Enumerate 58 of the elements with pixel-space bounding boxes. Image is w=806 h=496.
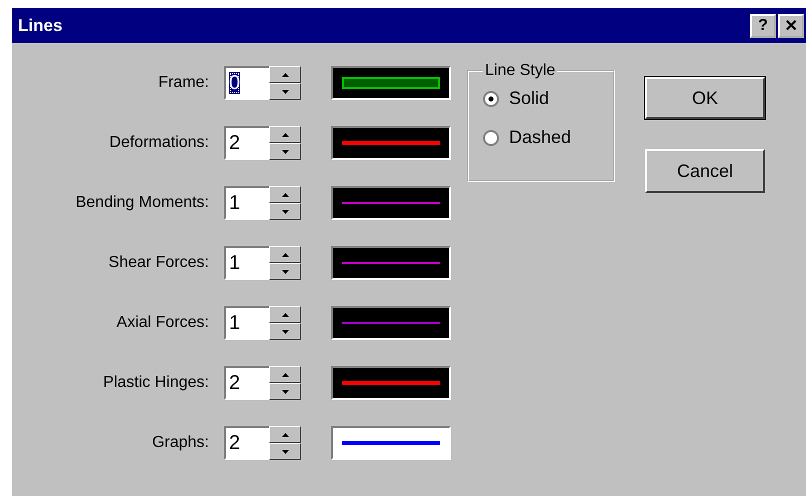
- up-arrow-icon: [282, 312, 288, 316]
- radio-button[interactable]: [483, 90, 499, 106]
- up-arrow-icon: [282, 252, 288, 256]
- up-arrow-icon: [282, 432, 288, 436]
- line-preview[interactable]: [331, 126, 451, 160]
- number-field[interactable]: 1: [224, 306, 269, 340]
- up-arrow-icon: [282, 72, 288, 76]
- line-preview[interactable]: [331, 366, 451, 400]
- window-title: Lines: [18, 16, 64, 36]
- spin-up-button[interactable]: [269, 186, 301, 203]
- number-field[interactable]: 2: [224, 426, 269, 460]
- field-label: Axial Forces:: [116, 314, 209, 332]
- down-arrow-icon: [282, 90, 288, 94]
- spin-down-button[interactable]: [269, 263, 301, 280]
- down-arrow-icon: [282, 270, 288, 274]
- close-button[interactable]: ✕: [778, 14, 804, 38]
- spin-down-button[interactable]: [269, 203, 301, 220]
- up-arrow-icon: [282, 192, 288, 196]
- line-preview[interactable]: [331, 66, 451, 100]
- radio-button[interactable]: [483, 130, 499, 146]
- field-label: Shear Forces:: [108, 254, 209, 272]
- spin-down-button[interactable]: [269, 383, 301, 400]
- up-arrow-icon: [282, 372, 288, 376]
- spin-down-button[interactable]: [269, 143, 301, 160]
- field-label: Frame:: [157, 74, 209, 92]
- number-field[interactable]: 1: [224, 246, 269, 280]
- spin-up-button[interactable]: [269, 66, 301, 83]
- spin-up-button[interactable]: [269, 246, 301, 263]
- radio-label: Solid: [509, 88, 550, 109]
- down-arrow-icon: [282, 450, 288, 454]
- field-label: Graphs:: [151, 434, 209, 452]
- field-label: Bending Moments:: [74, 194, 209, 212]
- help-button[interactable]: ?: [750, 14, 776, 38]
- spin-up-button[interactable]: [269, 306, 301, 323]
- group-title: Line Style: [484, 62, 556, 80]
- number-field[interactable]: 1: [224, 186, 269, 220]
- down-arrow-icon: [282, 150, 288, 154]
- radio-label: Dashed: [509, 127, 572, 148]
- ok-button[interactable]: OK: [645, 77, 765, 119]
- field-label: Plastic Hinges:: [102, 374, 209, 392]
- number-field[interactable]: 2: [224, 126, 269, 160]
- up-arrow-icon: [282, 132, 288, 136]
- spin-up-button[interactable]: [269, 126, 301, 143]
- spin-up-button[interactable]: [269, 366, 301, 383]
- down-arrow-icon: [282, 390, 288, 394]
- number-field[interactable]: 2: [224, 366, 269, 400]
- line-preview[interactable]: [331, 426, 451, 460]
- down-arrow-icon: [282, 210, 288, 214]
- spin-up-button[interactable]: [269, 426, 301, 443]
- spin-down-button[interactable]: [269, 443, 301, 460]
- spin-down-button[interactable]: [269, 323, 301, 340]
- line-preview[interactable]: [331, 186, 451, 220]
- cancel-button[interactable]: Cancel: [645, 149, 765, 193]
- line-preview[interactable]: [331, 246, 451, 280]
- down-arrow-icon: [282, 330, 288, 334]
- field-label: Deformations:: [108, 134, 209, 152]
- line-preview[interactable]: [331, 306, 451, 340]
- spin-down-button[interactable]: [269, 83, 301, 100]
